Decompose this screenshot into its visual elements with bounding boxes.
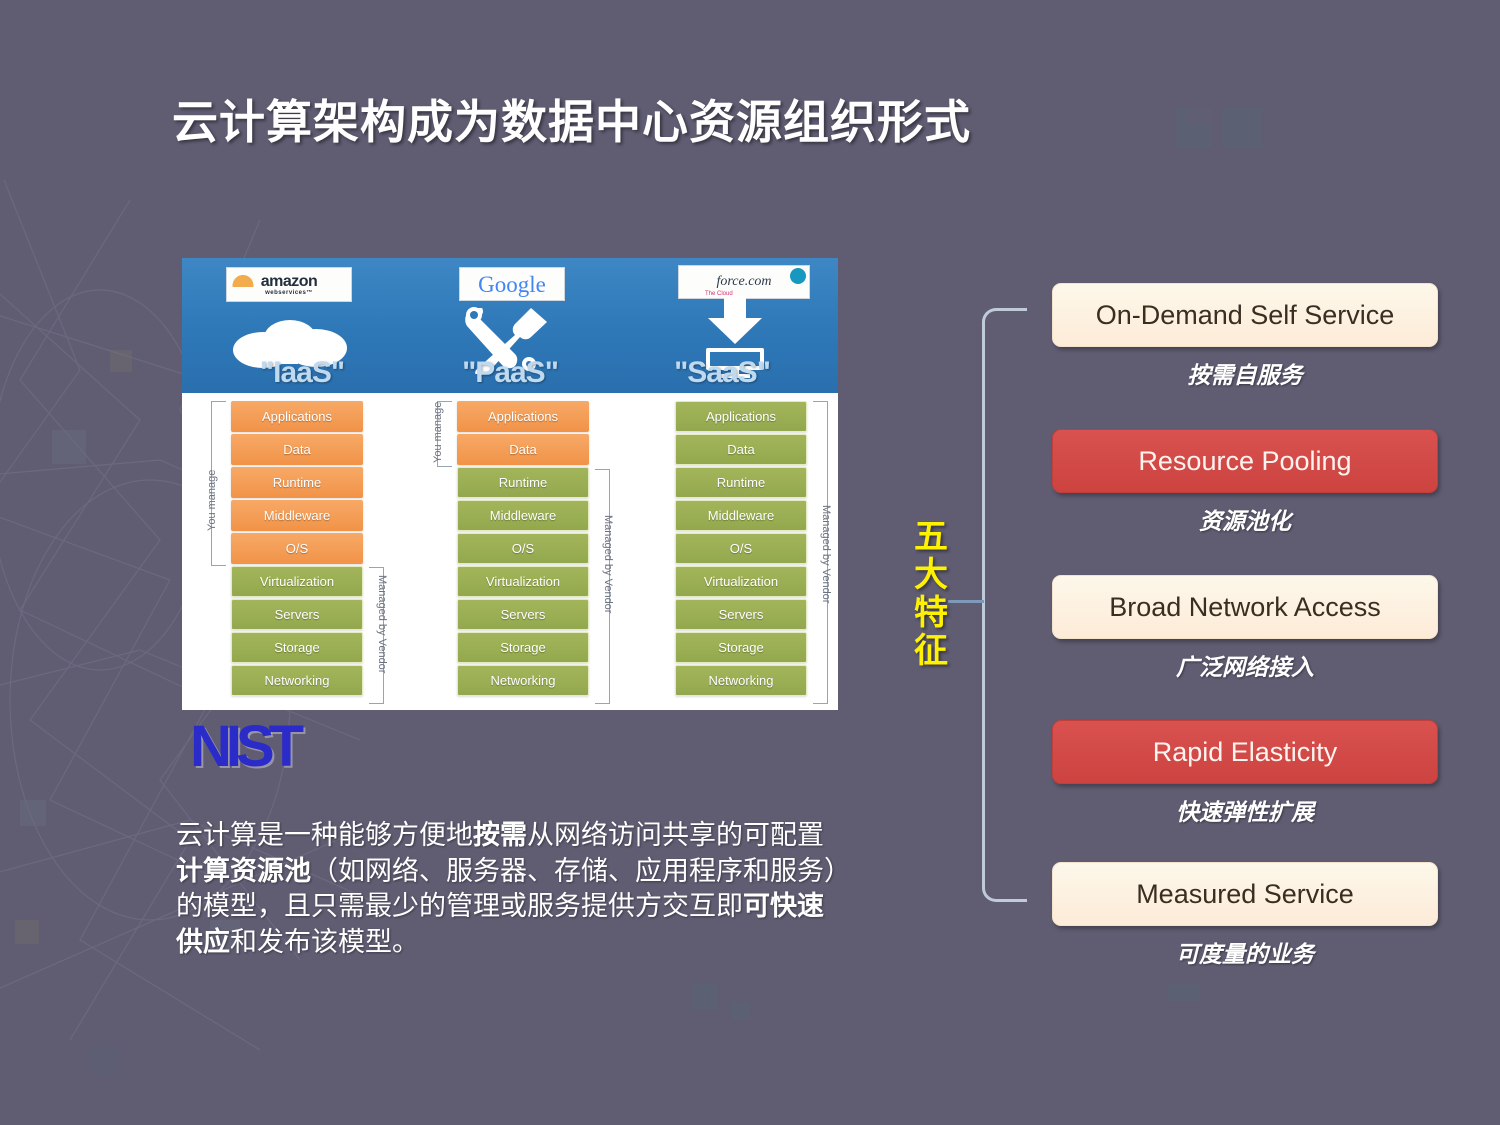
stack-layer: Data [457,434,589,465]
service-model-label-saas: "SaaS" [622,356,822,390]
stack-layer: Middleware [231,500,363,531]
characteristic-item-0[interactable]: On-Demand Self Service 按需自服务 [1052,283,1438,390]
salesforce-logo: force.com The Cloud [678,265,810,299]
stack-layer: Data [675,434,807,465]
characteristic-subtitle-2: 广泛网络接入 [1052,648,1438,682]
stack-layer: Networking [457,665,589,696]
characteristic-subtitle-0: 按需自服务 [1052,356,1438,390]
characteristic-item-1[interactable]: Resource Pooling 资源池化 [1052,429,1438,536]
nist-logo: NIST [190,718,390,782]
stack-layer: Runtime [457,467,589,498]
characteristic-title-3[interactable]: Rapid Elasticity [1052,720,1438,784]
characteristic-item-4[interactable]: Measured Service 可度量的业务 [1052,862,1438,969]
stack-layer: Runtime [231,467,363,498]
characteristics-caption: 五大特征 [905,518,957,670]
stack-layer: Servers [231,599,363,630]
stack-column-iaas: ApplicationsDataRuntimeMiddlewareO/SVirt… [231,401,363,698]
definition-text: 从网络访问共享的可配置 [527,820,824,850]
definition-text: 云计算是一种能够方便地 [176,820,473,850]
cloud-definition-paragraph: 云计算是一种能够方便地按需从网络访问共享的可配置计算资源池（如网络、服务器、存储… [176,818,848,961]
provider-banner: amazon webservices™ Google force.com The… [182,258,838,393]
stack-layer: Virtualization [231,566,363,597]
characteristic-item-3[interactable]: Rapid Elasticity 快速弹性扩展 [1052,720,1438,827]
amazon-web-services-logo: amazon webservices™ [226,267,352,302]
stack-layer: Applications [231,401,363,432]
stack-layer: Runtime [675,467,807,498]
bracket-label-saas-vendor: Managed by Vendor [820,505,832,603]
stack-layer: Data [231,434,363,465]
stack-layer: Storage [231,632,363,663]
characteristic-subtitle-3: 快速弹性扩展 [1052,793,1438,827]
characteristic-subtitle-1: 资源池化 [1052,502,1438,536]
stack-column-paas: ApplicationsDataRuntimeMiddlewareO/SVirt… [457,401,589,698]
definition-emphasis: 按需 [473,820,527,850]
stack-layer: Applications [675,401,807,432]
stack-layer: Middleware [457,500,589,531]
characteristics-bracket [982,308,1027,902]
definition-text: 和发布该模型。 [230,927,419,957]
aws-logo-subtext: webservices™ [261,290,318,296]
characteristic-title-0[interactable]: On-Demand Self Service [1052,283,1438,347]
nist-service-model-image: amazon webservices™ Google force.com The… [182,258,838,710]
stack-layer: Virtualization [457,566,589,597]
stack-layer: Virtualization [675,566,807,597]
stack-layer: O/S [675,533,807,564]
service-model-label-iaas: "IaaS" [202,356,402,390]
service-model-label-paas: "PaaS" [410,356,610,390]
stack-layer: Storage [675,632,807,663]
bracket-label-paas-you-manage: You manage [432,402,444,463]
aws-logo-text: amazon [261,274,318,290]
stack-column-saas: ApplicationsDataRuntimeMiddlewareO/SVirt… [675,401,807,698]
bracket-label-iaas-vendor: Managed by Vendor [376,575,388,673]
definition-emphasis: 计算资源池 [176,856,311,886]
stack-layer: O/S [231,533,363,564]
characteristic-subtitle-4: 可度量的业务 [1052,935,1438,969]
characteristic-title-4[interactable]: Measured Service [1052,862,1438,926]
stack-layer: Servers [457,599,589,630]
aws-swoosh-icon [231,271,255,287]
slide-canvas: 云计算架构成为数据中心资源组织形式 amazon webservices™ Go… [0,0,1500,1125]
stack-layer: Networking [675,665,807,696]
stack-layer: Servers [675,599,807,630]
stack-panel: ApplicationsDataRuntimeMiddlewareO/SVirt… [182,393,838,710]
stack-layer: O/S [457,533,589,564]
nist-logo-text: NIST [190,718,390,776]
stack-layer: Applications [457,401,589,432]
google-logo-text: Google [478,273,546,296]
characteristic-title-1[interactable]: Resource Pooling [1052,429,1438,493]
stack-layer: Storage [457,632,589,663]
stack-layer: Middleware [675,500,807,531]
salesforce-badge-icon [790,268,806,284]
salesforce-logo-text: force.com [716,274,771,290]
google-logo: Google [459,267,565,301]
page-title: 云计算架构成为数据中心资源组织形式 [172,86,971,152]
stack-layer: Networking [231,665,363,696]
bracket-label-paas-vendor: Managed by Vendor [602,515,614,613]
characteristic-title-2[interactable]: Broad Network Access [1052,575,1438,639]
characteristic-item-2[interactable]: Broad Network Access 广泛网络接入 [1052,575,1438,682]
bracket-label-iaas-you-manage: You manage [206,470,218,531]
